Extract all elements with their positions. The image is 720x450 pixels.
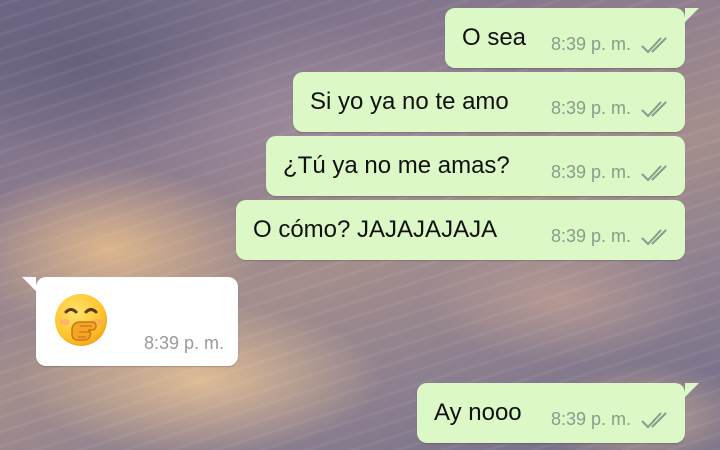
message-meta: 8:39 p. m.: [551, 98, 671, 119]
hand-over-mouth-emoji: [52, 292, 110, 355]
double-check-icon: [641, 100, 671, 118]
outgoing-message[interactable]: Ay nooo 8:39 p. m.: [417, 383, 699, 443]
message-time: 8:39 p. m.: [550, 409, 631, 429]
double-check-icon: [641, 228, 671, 246]
message-text: Si yo ya no te amo: [310, 88, 509, 115]
outgoing-message[interactable]: ¿Tú ya no me amas? 8:39 p. m.: [266, 136, 685, 196]
incoming-message[interactable]: 8:39 p. m.: [22, 277, 238, 366]
message-meta: 8:39 p. m.: [551, 34, 671, 55]
message-time: 8:39 p. m.: [143, 333, 224, 353]
message-meta: 8:39 p. m.: [551, 409, 671, 430]
bubble-tail: [22, 277, 36, 291]
message-meta: 8:39 p. m.: [144, 333, 224, 354]
outgoing-message[interactable]: O cómo? JAJAJAJAJA 8:39 p. m.: [236, 200, 685, 260]
message-time: 8:39 p. m.: [550, 98, 631, 118]
bubble-tail: [685, 383, 699, 397]
message-time: 8:39 p. m.: [550, 162, 631, 182]
double-check-icon: [641, 36, 671, 54]
message-text: ¿Tú ya no me amas?: [283, 152, 510, 179]
message-meta: 8:39 p. m.: [551, 226, 671, 247]
message-text: O cómo? JAJAJAJAJA: [253, 216, 498, 243]
message-text: Ay nooo: [434, 399, 522, 426]
message-time: 8:39 p. m.: [550, 34, 631, 54]
double-check-icon: [641, 411, 671, 429]
message-meta: 8:39 p. m.: [551, 162, 671, 183]
double-check-icon: [641, 164, 671, 182]
bubble-tail: [685, 8, 699, 22]
message-text: O sea: [462, 24, 527, 51]
outgoing-message[interactable]: Si yo ya no te amo 8:39 p. m.: [293, 72, 685, 132]
outgoing-message[interactable]: O sea 8:39 p. m.: [445, 8, 699, 68]
message-time: 8:39 p. m.: [550, 226, 631, 246]
